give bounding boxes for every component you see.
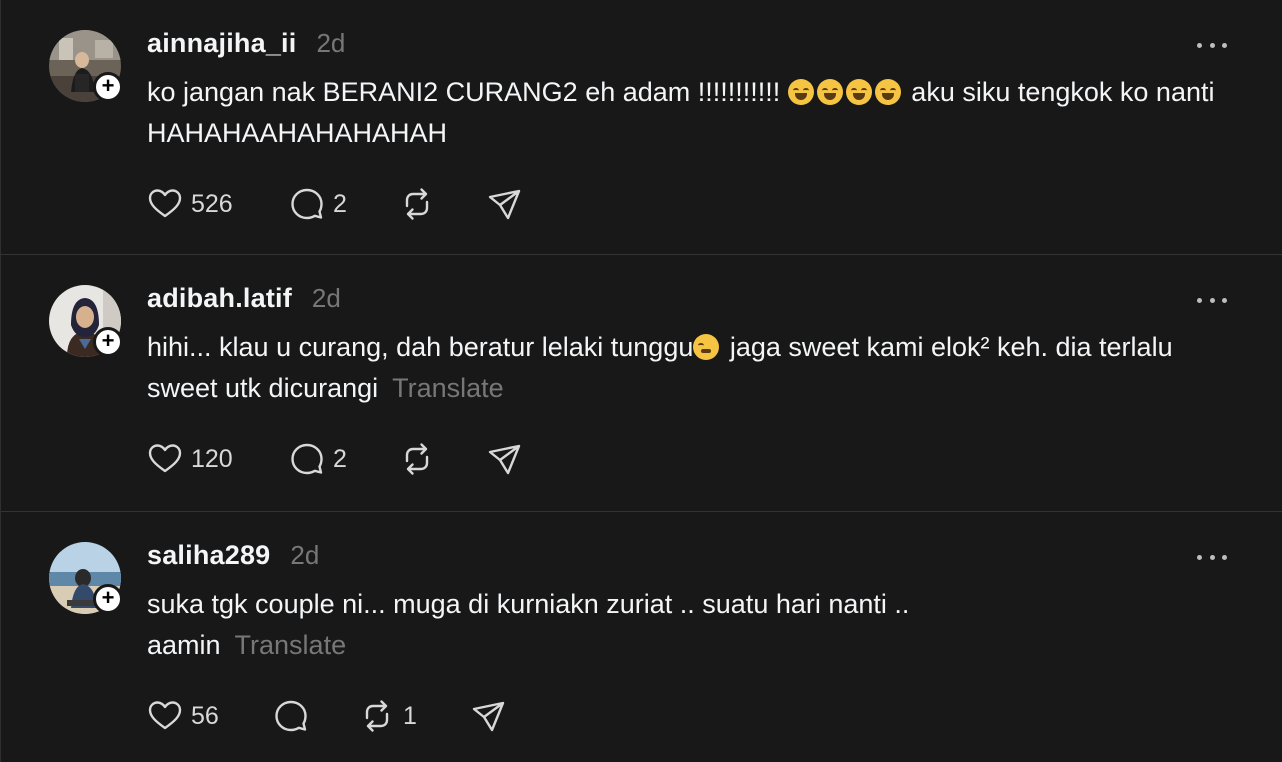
follow-button[interactable]: + — [93, 584, 123, 614]
translate-link[interactable]: Translate — [392, 373, 504, 403]
translate-link[interactable]: Translate — [235, 630, 347, 660]
post-header: saliha289 2d — [147, 540, 319, 571]
more-icon[interactable] — [1197, 38, 1227, 52]
post-text: ko jangan nak BERANI2 CURANG2 eh adam !!… — [147, 72, 1237, 154]
more-icon[interactable] — [1197, 293, 1227, 307]
timestamp[interactable]: 2d — [290, 540, 319, 571]
username[interactable]: saliha289 — [147, 540, 270, 571]
post-text: suka tgk couple ni... muga di kurniakn z… — [147, 584, 1027, 666]
repost-button[interactable]: 1 — [359, 698, 417, 734]
post-text: hihi... klau u curang, dah beratur lelak… — [147, 327, 1237, 409]
avatar-container[interactable]: + — [49, 285, 123, 359]
plus-icon: + — [101, 585, 115, 610]
reply-button[interactable]: 2 — [289, 441, 347, 477]
post-header: ainnajiha_ii 2d — [147, 28, 345, 59]
timestamp[interactable]: 2d — [312, 283, 341, 314]
reply-button[interactable]: 2 — [289, 186, 347, 222]
share-icon — [487, 441, 523, 477]
like-button[interactable]: 526 — [147, 186, 233, 222]
reply-count: 2 — [333, 189, 347, 218]
avatar-container[interactable]: + — [49, 30, 123, 104]
like-button[interactable]: 56 — [147, 698, 219, 734]
heart-icon — [147, 441, 183, 477]
comment-icon — [273, 698, 309, 734]
share-button[interactable] — [487, 186, 523, 222]
like-button[interactable]: 120 — [147, 441, 233, 477]
like-count: 120 — [191, 444, 233, 473]
share-icon — [487, 186, 523, 222]
plus-icon: + — [101, 73, 115, 98]
reply-button[interactable] — [273, 698, 309, 734]
comment-feed: + ainnajiha_ii 2d ko jangan nak BERANI2 … — [0, 0, 1282, 762]
post-text-part: ko jangan nak BERANI2 CURANG2 eh adam !!… — [147, 77, 788, 107]
reply-count: 2 — [333, 444, 347, 473]
like-count: 526 — [191, 189, 233, 218]
shush-emoji-icon — [693, 332, 722, 362]
heart-icon — [147, 698, 183, 734]
plus-icon: + — [101, 328, 115, 353]
laughing-emoji-icon — [787, 77, 904, 107]
heart-icon — [147, 186, 183, 222]
repost-button[interactable] — [399, 186, 435, 222]
more-icon[interactable] — [1197, 550, 1227, 564]
like-count: 56 — [191, 701, 219, 730]
repost-button[interactable] — [399, 441, 435, 477]
username[interactable]: ainnajiha_ii — [147, 28, 296, 59]
post-header: adibah.latif 2d — [147, 283, 341, 314]
comment-post: + adibah.latif 2d hihi... klau u curang,… — [1, 255, 1282, 512]
username[interactable]: adibah.latif — [147, 283, 292, 314]
repost-icon — [359, 698, 395, 734]
timestamp[interactable]: 2d — [316, 28, 345, 59]
repost-count: 1 — [403, 701, 417, 730]
follow-button[interactable]: + — [93, 327, 123, 357]
comment-icon — [289, 186, 325, 222]
post-text-part: hihi... klau u curang, dah beratur lelak… — [147, 332, 694, 362]
repost-icon — [399, 186, 435, 222]
share-button[interactable] — [471, 698, 507, 734]
share-button[interactable] — [487, 441, 523, 477]
comment-post: + saliha289 2d suka tgk couple ni... mug… — [1, 512, 1282, 762]
comment-post: + ainnajiha_ii 2d ko jangan nak BERANI2 … — [1, 0, 1282, 255]
comment-icon — [289, 441, 325, 477]
share-icon — [471, 698, 507, 734]
avatar-container[interactable]: + — [49, 542, 123, 616]
follow-button[interactable]: + — [93, 72, 123, 102]
repost-icon — [399, 441, 435, 477]
